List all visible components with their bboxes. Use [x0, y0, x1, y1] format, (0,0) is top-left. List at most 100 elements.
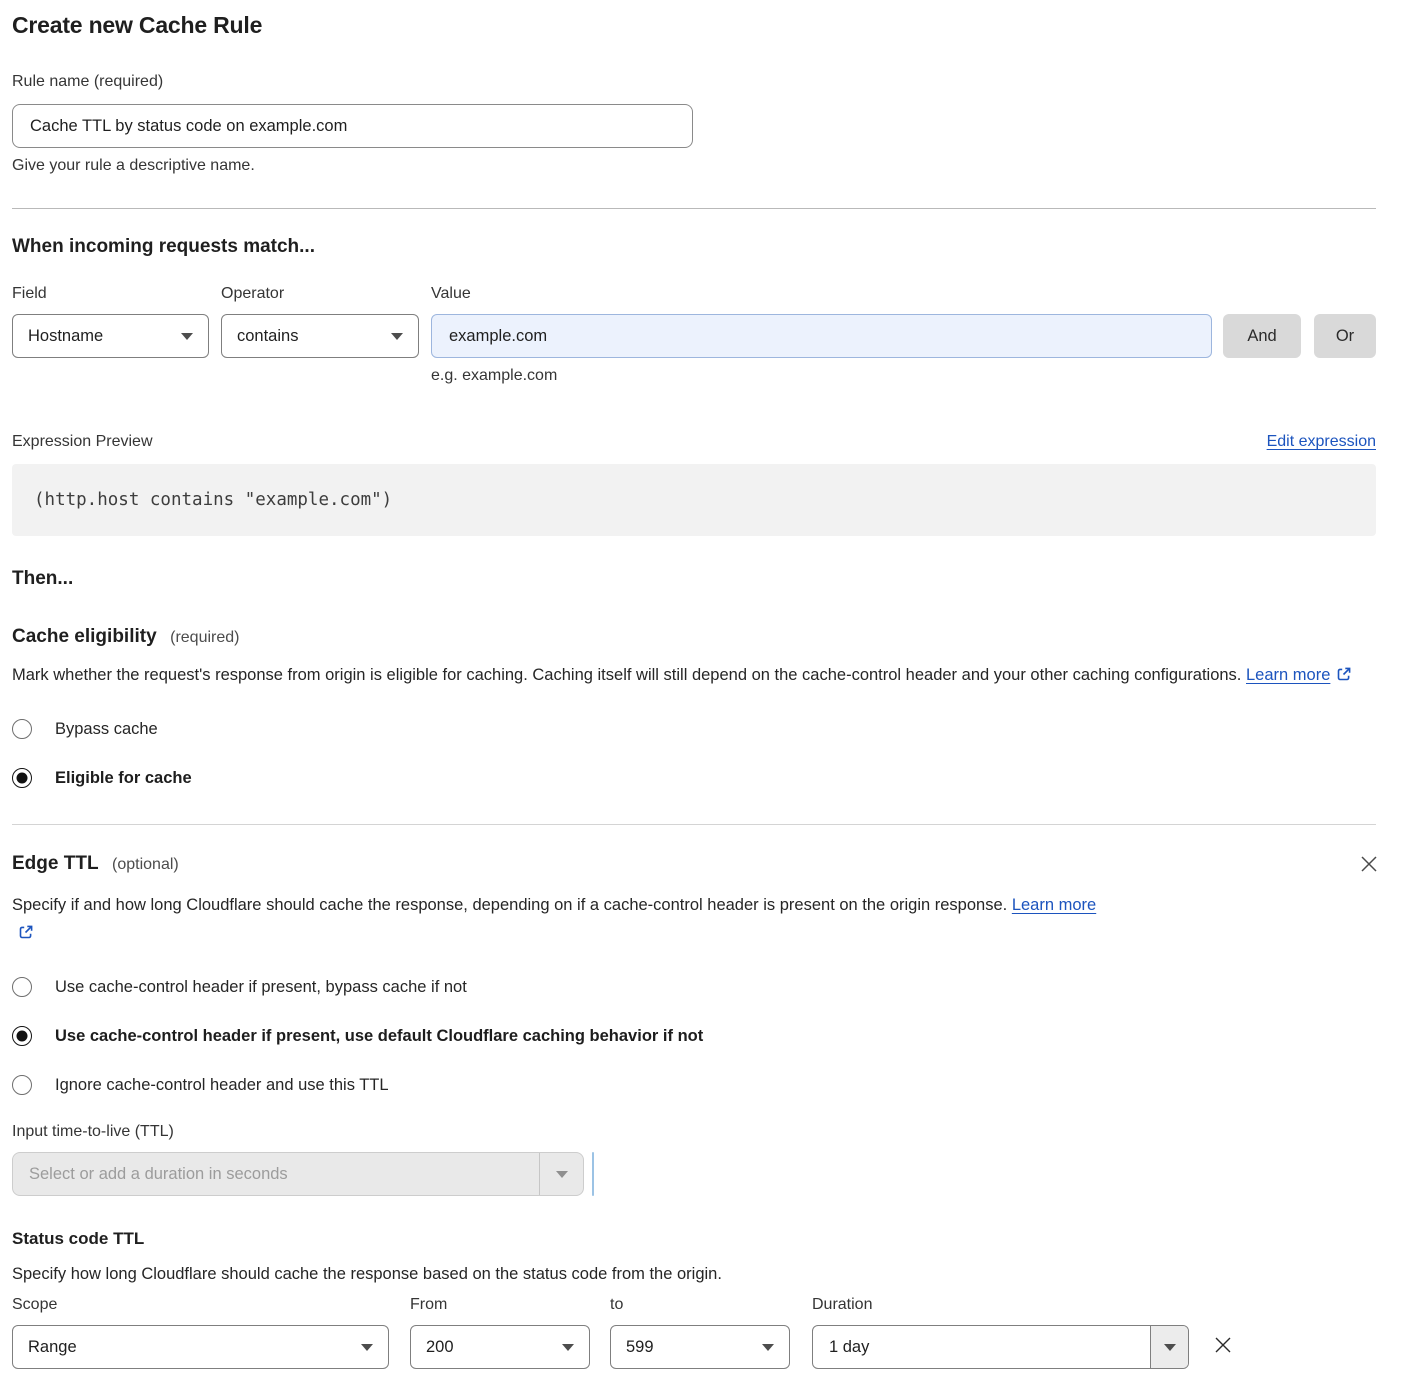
radio-icon [12, 977, 32, 997]
external-link-icon [1336, 663, 1352, 691]
status-code-ttl-row: Scope Range From 200 to 599 Duration 1 d… [12, 1296, 1376, 1369]
focus-indicator [592, 1152, 594, 1196]
status-code-ttl-heading: Status code TTL [12, 1229, 1376, 1249]
value-help: e.g. example.com [431, 367, 1212, 385]
duration-select[interactable]: 1 day [812, 1325, 1189, 1369]
ttl-combo-row: Select or add a duration in seconds [12, 1152, 1376, 1196]
cache-eligibility-heading: Cache eligibility [12, 626, 157, 647]
chevron-down-icon [556, 1171, 568, 1178]
chevron-down-icon [391, 333, 403, 340]
to-column: to 599 [610, 1296, 790, 1369]
scope-select-value: Range [28, 1338, 77, 1357]
operator-label: Operator [221, 285, 419, 303]
expression-header: Expression Preview Edit expression [12, 433, 1376, 451]
expression-code-block: (http.host contains "example.com") [12, 464, 1376, 536]
edge-ttl-description: Specify if and how long Cloudflare shoul… [12, 891, 1112, 949]
radio-checked-icon [12, 1026, 32, 1046]
radio-icon [12, 719, 32, 739]
edge-ttl-header: Edge TTL (optional) [12, 853, 1376, 878]
scope-column: Scope Range [12, 1296, 389, 1369]
from-select[interactable]: 200 [410, 1325, 590, 1369]
status-code-ttl-description: Specify how long Cloudflare should cache… [12, 1265, 1376, 1284]
and-column: And [1212, 285, 1301, 385]
radio-label: Eligible for cache [55, 769, 192, 788]
duration-column: Duration 1 day [812, 1296, 1189, 1369]
value-input[interactable] [431, 314, 1212, 358]
description-text: Specify if and how long Cloudflare shoul… [12, 896, 1007, 914]
description-text: Mark whether the request's response from… [12, 666, 1241, 684]
learn-more-link[interactable]: Learn more [1012, 896, 1096, 914]
learn-more-link[interactable]: Learn more [1246, 666, 1330, 684]
remove-status-ttl-button[interactable] [1211, 1333, 1235, 1360]
cache-eligibility-description: Mark whether the request's response from… [12, 661, 1376, 691]
field-label: Field [12, 285, 209, 303]
field-select[interactable]: Hostname [12, 314, 209, 358]
then-heading: Then... [12, 568, 1376, 590]
field-select-value: Hostname [28, 327, 103, 346]
radio-option-use-header-default[interactable]: Use cache-control header if present, use… [12, 1026, 1376, 1046]
edit-expression-link[interactable]: Edit expression [1267, 433, 1376, 451]
and-button[interactable]: And [1223, 314, 1301, 358]
section-divider [12, 208, 1376, 209]
radio-label: Ignore cache-control header and use this… [55, 1076, 389, 1095]
expression-code: (http.host contains "example.com") [34, 490, 392, 510]
expression-preview-label: Expression Preview [12, 433, 153, 451]
from-label: From [410, 1296, 590, 1314]
or-column: Or [1301, 285, 1376, 385]
duration-select-value: 1 day [813, 1326, 1150, 1368]
from-select-value: 200 [426, 1338, 454, 1357]
match-condition-row: Field Hostname Operator contains Value e… [12, 285, 1376, 385]
to-select[interactable]: 599 [610, 1325, 790, 1369]
scope-label: Scope [12, 1296, 389, 1314]
chevron-down-icon [562, 1344, 574, 1351]
chevron-down-icon [1164, 1344, 1176, 1351]
cache-eligibility-header: Cache eligibility (required) [12, 626, 1376, 648]
radio-option-bypass-cache[interactable]: Bypass cache [12, 719, 1376, 739]
radio-label: Use cache-control header if present, use… [55, 1027, 703, 1046]
rule-name-input[interactable] [12, 104, 693, 148]
label-spacer [1301, 285, 1376, 314]
value-label: Value [431, 285, 1212, 303]
radio-icon [12, 1075, 32, 1095]
close-icon [1213, 1343, 1233, 1358]
chevron-down-icon [361, 1344, 373, 1351]
create-cache-rule-form: Create new Cache Rule Rule name (require… [0, 0, 1412, 1369]
duration-label: Duration [812, 1296, 1189, 1314]
from-column: From 200 [410, 1296, 590, 1369]
required-badge: (required) [170, 629, 239, 646]
label-spacer [1212, 285, 1301, 314]
or-button[interactable]: Or [1314, 314, 1376, 358]
value-column: Value e.g. example.com [431, 285, 1212, 385]
ttl-duration-select[interactable]: Select or add a duration in seconds [12, 1152, 584, 1196]
chevron-down-icon [762, 1344, 774, 1351]
radio-label: Use cache-control header if present, byp… [55, 978, 467, 997]
radio-label: Bypass cache [55, 720, 158, 739]
dropdown-arrow-section [1150, 1326, 1188, 1368]
operator-select-value: contains [237, 327, 298, 346]
radio-option-eligible-for-cache[interactable]: Eligible for cache [12, 768, 1376, 788]
radio-option-use-header-bypass[interactable]: Use cache-control header if present, byp… [12, 977, 1376, 997]
radio-checked-icon [12, 768, 32, 788]
scope-select[interactable]: Range [12, 1325, 389, 1369]
match-heading: When incoming requests match... [12, 236, 1376, 258]
ttl-input-label: Input time-to-live (TTL) [12, 1123, 1376, 1141]
page-title: Create new Cache Rule [12, 12, 1376, 39]
close-icon [1360, 861, 1378, 876]
radio-option-ignore-header[interactable]: Ignore cache-control header and use this… [12, 1075, 1376, 1095]
section-divider [12, 824, 1376, 825]
rule-name-help: Give your rule a descriptive name. [12, 157, 1376, 175]
close-edge-ttl-button[interactable] [1358, 853, 1380, 878]
edge-ttl-heading: Edge TTL [12, 853, 99, 874]
operator-column: Operator contains [221, 285, 419, 385]
rule-name-label: Rule name (required) [12, 73, 1376, 91]
optional-badge: (optional) [112, 856, 179, 873]
to-label: to [610, 1296, 790, 1314]
external-link-icon [18, 921, 34, 949]
chevron-down-icon [181, 333, 193, 340]
dropdown-arrow-section [539, 1153, 583, 1195]
to-select-value: 599 [626, 1338, 654, 1357]
field-column: Field Hostname [12, 285, 209, 385]
ttl-placeholder: Select or add a duration in seconds [13, 1153, 539, 1195]
operator-select[interactable]: contains [221, 314, 419, 358]
edge-ttl-title-group: Edge TTL (optional) [12, 853, 179, 875]
